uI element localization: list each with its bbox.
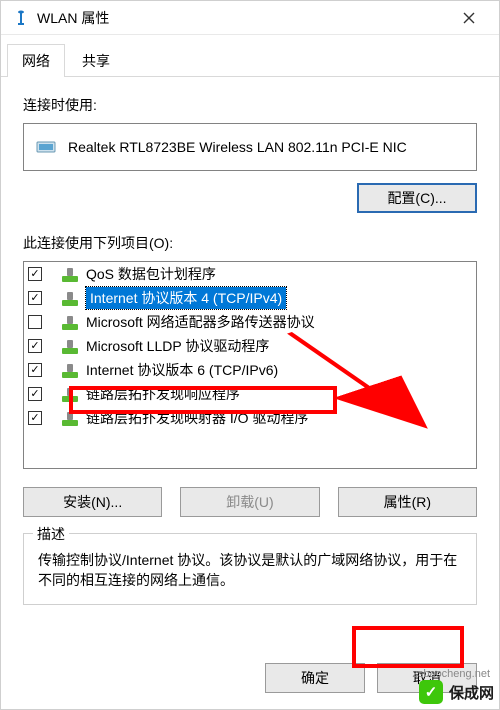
list-item-label: Microsoft 网络适配器多路传送器协议 [86,312,315,332]
list-item-label: QoS 数据包计划程序 [86,264,216,284]
net-component-icon [60,290,80,306]
configure-button[interactable]: 配置(C)... [357,183,477,213]
tab-network[interactable]: 网络 [7,44,65,77]
items-listbox[interactable]: ✓ QoS 数据包计划程序 ✓ Internet 协议版本 4 (TCP/IPv4) M… [23,261,477,469]
description-text: 传输控制协议/Internet 协议。该协议是默认的广域网络协议，用于在不同的相… [23,533,477,605]
net-component-icon [60,386,80,402]
list-item[interactable]: ✓ 链路层拓扑发现响应程序 [28,382,476,406]
watermark-brand: 保成网 [449,682,494,703]
checkbox[interactable]: ✓ [28,411,42,425]
checkbox[interactable]: ✓ [28,339,42,353]
checkbox[interactable]: ✓ [28,387,42,401]
ok-button[interactable]: 确定 [265,663,365,693]
horizontal-scrollbar[interactable]: ◂ ▸ [24,468,476,469]
description-group: 描述 传输控制协议/Internet 协议。该协议是默认的广域网络协议，用于在不… [23,533,477,605]
list-item[interactable]: ✓ Internet 协议版本 6 (TCP/IPv6) [28,358,476,382]
watermark-url: zsbaocheng.net [412,668,490,680]
list-item[interactable]: ✓ QoS 数据包计划程序 [28,262,476,286]
description-legend: 描述 [33,524,69,544]
uninstall-button[interactable]: 卸载(U) [180,487,319,517]
tab-share[interactable]: 共享 [67,44,125,77]
titlebar: WLAN 属性 [1,1,499,35]
watermark: ✓ 保成网 [419,680,494,704]
list-item[interactable]: ✓ 链路层拓扑发现映射器 I/O 驱动程序 [28,406,476,430]
list-item-label: Internet 协议版本 4 (TCP/IPv4) [86,287,286,309]
net-component-icon [60,314,80,330]
items-listbox-wrap: ✓ QoS 数据包计划程序 ✓ Internet 协议版本 4 (TCP/IPv4) M… [23,261,477,469]
properties-button[interactable]: 属性(R) [338,487,477,517]
checkbox[interactable]: ✓ [28,267,42,281]
list-item-label: Microsoft LLDP 协议驱动程序 [86,336,269,356]
checkbox[interactable]: ✓ [28,291,42,305]
checkbox[interactable]: ✓ [28,363,42,377]
list-item[interactable]: Microsoft 网络适配器多路传送器协议 [28,310,476,334]
list-item[interactable]: ✓ Microsoft LLDP 协议驱动程序 [28,334,476,358]
net-component-icon [60,410,80,426]
watermark-check-icon: ✓ [419,680,443,704]
connect-using-label: 连接时使用: [23,95,477,115]
list-item-label: Internet 协议版本 6 (TCP/IPv6) [86,360,278,380]
wlan-icon [13,10,29,26]
wlan-properties-dialog: WLAN 属性 网络 共享 连接时使用: Realtek RTL8723BE W… [0,0,500,710]
tab-row: 网络 共享 [1,35,499,77]
tab-body: 连接时使用: Realtek RTL8723BE Wireless LAN 80… [1,77,499,651]
net-component-icon [60,338,80,354]
item-buttons-row: 安装(N)... 卸载(U) 属性(R) [23,487,477,517]
list-item-label: 链路层拓扑发现映射器 I/O 驱动程序 [86,408,308,428]
net-component-icon [60,266,80,282]
adapter-icon [36,138,56,156]
list-item-label: 链路层拓扑发现响应程序 [86,384,240,404]
adapter-name: Realtek RTL8723BE Wireless LAN 802.11n P… [68,139,407,155]
install-button[interactable]: 安装(N)... [23,487,162,517]
checkbox[interactable] [28,315,42,329]
items-label: 此连接使用下列项目(O): [23,233,477,253]
adapter-box[interactable]: Realtek RTL8723BE Wireless LAN 802.11n P… [23,123,477,171]
close-button[interactable] [447,4,491,32]
title-text: WLAN 属性 [37,8,447,28]
net-component-icon [60,362,80,378]
list-item[interactable]: ✓ Internet 协议版本 4 (TCP/IPv4) [28,286,476,310]
